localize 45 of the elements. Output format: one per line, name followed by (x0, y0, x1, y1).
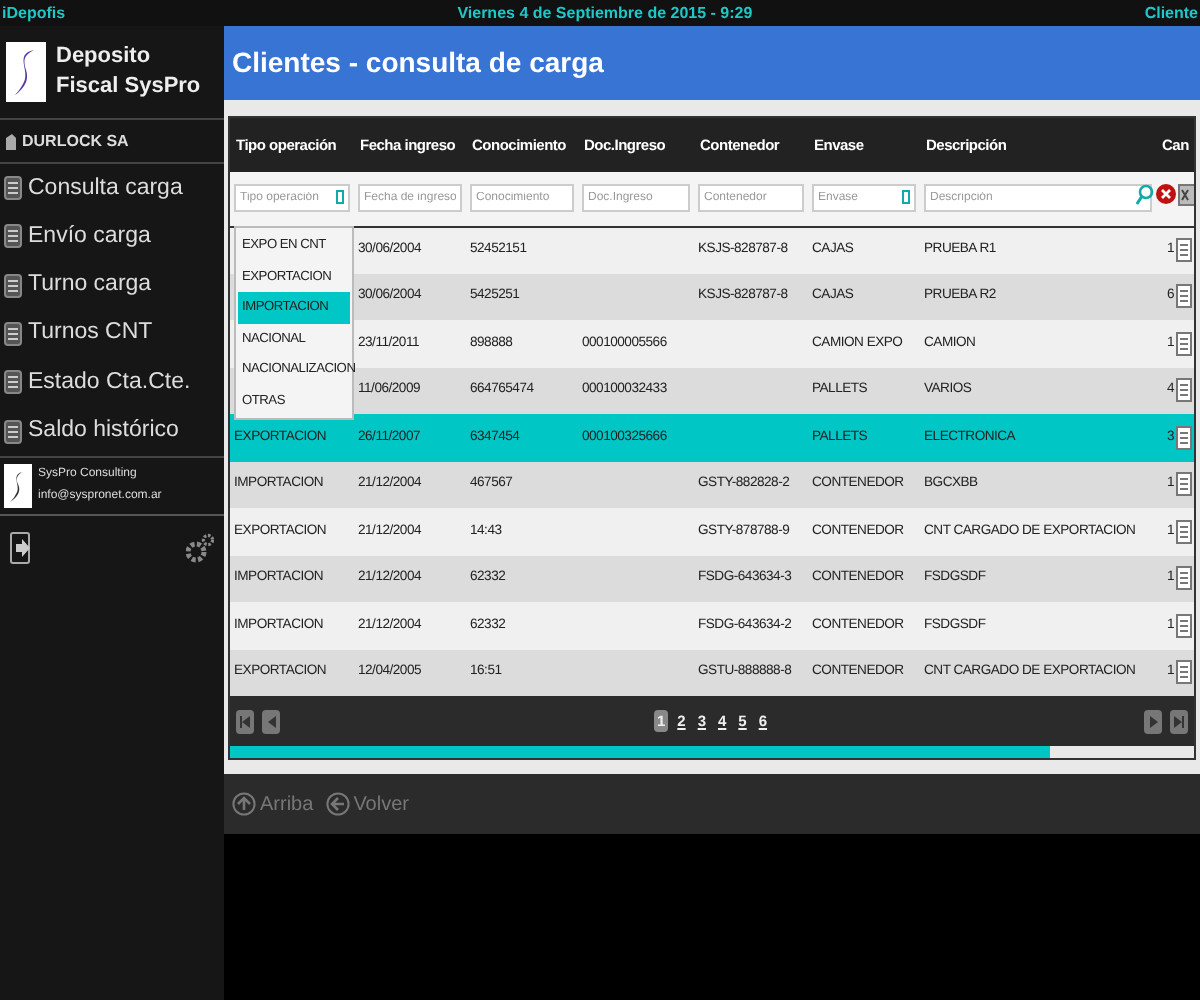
up-arrow-icon (232, 792, 256, 816)
menu-item[interactable]: Turnos CNT (0, 309, 224, 359)
next-page-button[interactable] (1144, 709, 1162, 733)
next-icon (1149, 715, 1157, 727)
list-icon (4, 322, 22, 347)
menu-item[interactable]: Turno carga (0, 261, 224, 310)
date-time: Viernes 4 de Septiembre de 2015 - 9:29 (457, 2, 753, 26)
details-icon[interactable] (1176, 519, 1192, 544)
details-icon[interactable] (1176, 660, 1192, 685)
brand-name: Deposito Fiscal SysPro (56, 42, 203, 102)
logout-icon[interactable] (10, 531, 34, 564)
building-icon (4, 133, 18, 149)
details-icon[interactable] (1176, 378, 1192, 403)
dropdown-icon[interactable] (902, 190, 910, 205)
previous-icon (267, 715, 275, 727)
details-icon[interactable] (1176, 566, 1192, 591)
company-name: DURLOCK SA (22, 129, 129, 153)
list-icon (4, 176, 22, 201)
list-icon (4, 273, 22, 298)
first-page-button[interactable] (236, 709, 254, 733)
list-icon (4, 370, 22, 395)
section-label: Cliente (1144, 2, 1198, 26)
last-icon (1174, 715, 1184, 727)
page-title: Clientes - consulta de carga (232, 44, 604, 82)
first-icon (240, 715, 250, 727)
dropdown-icon[interactable] (336, 190, 344, 205)
menu-item[interactable]: Envío carga (0, 212, 224, 262)
list-icon (4, 419, 22, 444)
list-icon (4, 224, 22, 249)
menu-item[interactable]: Consulta carga (0, 164, 224, 213)
menu-item[interactable]: Saldo histórico (0, 406, 224, 456)
app-name: iDepofis (2, 2, 66, 26)
details-icon[interactable] (1176, 331, 1192, 356)
details-icon[interactable] (1176, 284, 1192, 309)
details-icon[interactable] (1176, 613, 1192, 638)
details-icon[interactable] (1176, 238, 1192, 262)
previous-page-button[interactable] (262, 709, 280, 733)
last-page-button[interactable] (1170, 709, 1188, 733)
details-icon[interactable] (1176, 472, 1192, 497)
search-icon[interactable] (1136, 184, 1154, 206)
settings-icon[interactable] (186, 531, 214, 564)
left-arrow-icon (325, 792, 350, 816)
spreadsheet-icon[interactable] (1178, 184, 1194, 206)
menu-item[interactable]: Estado Cta.Cte. (0, 358, 224, 407)
details-icon[interactable] (1176, 425, 1192, 450)
